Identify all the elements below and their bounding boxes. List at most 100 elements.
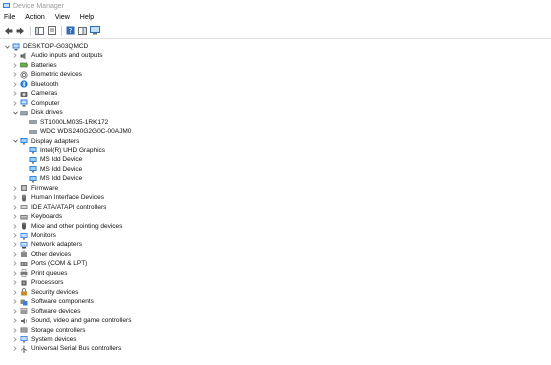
expand-chevron-icon[interactable] bbox=[12, 184, 18, 193]
ide-icon bbox=[20, 203, 28, 211]
usb-icon bbox=[21, 345, 27, 353]
tree-root-computer[interactable]: DESKTOP-G03QMCD bbox=[4, 42, 88, 51]
expand-chevron-icon[interactable] bbox=[12, 259, 18, 268]
expand-chevron-icon[interactable] bbox=[12, 89, 18, 98]
tree-node-label: WDC WDS240G2G0C-00AJM0 bbox=[40, 128, 132, 136]
menu-file[interactable]: File bbox=[0, 14, 20, 21]
security-icon bbox=[21, 288, 27, 296]
tree-device-item[interactable]: Intel(R) UHD Graphics bbox=[21, 146, 105, 155]
expand-chevron-icon[interactable] bbox=[12, 344, 18, 353]
expand-chevron-icon[interactable] bbox=[12, 61, 18, 70]
expand-chevron-icon[interactable] bbox=[12, 70, 18, 79]
tree-category-universal-serial-bus-controllers[interactable]: Universal Serial Bus controllers bbox=[12, 344, 121, 353]
tree-category-processors[interactable]: Processors bbox=[12, 278, 64, 287]
back-button[interactable] bbox=[3, 25, 14, 36]
expand-chevron-icon[interactable] bbox=[12, 222, 18, 231]
tree-category-audio-inputs-and-outputs[interactable]: Audio inputs and outputs bbox=[12, 51, 103, 60]
tree-category-bluetooth[interactable]: Bluetooth bbox=[12, 80, 58, 89]
tree-device-item[interactable]: WDC WDS240G2G0C-00AJM0 bbox=[21, 127, 131, 136]
expand-chevron-icon[interactable] bbox=[12, 193, 18, 202]
printer-icon bbox=[20, 269, 28, 278]
tree-device-item[interactable]: ST1000LM035-1RK172 bbox=[21, 118, 108, 127]
collapse-chevron-icon[interactable] bbox=[12, 108, 18, 117]
device-tree[interactable]: DESKTOP-G03QMCD Audio inputs and outputs B… bbox=[0, 38, 551, 365]
mouse-icon bbox=[20, 222, 28, 230]
tree-device-item[interactable]: MS Idd Device bbox=[21, 165, 82, 174]
collapse-chevron-icon[interactable] bbox=[4, 42, 10, 51]
tree-node-label: MS Idd Device bbox=[40, 175, 83, 183]
expand-chevron-icon[interactable] bbox=[12, 326, 18, 335]
sound-icon bbox=[20, 317, 28, 325]
properties-button[interactable] bbox=[46, 25, 57, 36]
tree-category-display-adapters[interactable]: Display adapters bbox=[12, 137, 79, 146]
expand-chevron-icon[interactable] bbox=[12, 297, 18, 306]
usb-icon bbox=[20, 345, 28, 353]
tree-category-system-devices[interactable]: System devices bbox=[12, 335, 77, 344]
menu-help[interactable]: Help bbox=[75, 14, 99, 21]
monitor-scan-icon bbox=[89, 26, 100, 35]
expand-chevron-icon[interactable] bbox=[12, 212, 18, 221]
tree-node-label: Storage controllers bbox=[31, 326, 86, 334]
tree-node-label: Universal Serial Bus controllers bbox=[31, 345, 122, 353]
expand-chevron-icon[interactable] bbox=[12, 231, 18, 240]
collapse-chevron-icon[interactable] bbox=[12, 137, 18, 146]
expand-chevron-icon[interactable] bbox=[12, 51, 18, 60]
menu-view[interactable]: View bbox=[50, 14, 75, 21]
tree-category-computer[interactable]: Computer bbox=[12, 99, 60, 108]
tree-category-cameras[interactable]: Cameras bbox=[12, 89, 57, 98]
expand-chevron-icon[interactable] bbox=[12, 288, 18, 297]
tree-category-ports-com-lpt[interactable]: Ports (COM & LPT) bbox=[12, 259, 87, 268]
tree-category-keyboards[interactable]: Keyboards bbox=[12, 212, 62, 221]
tree-category-storage-controllers[interactable]: Storage controllers bbox=[12, 326, 86, 335]
tree-node-label: Processors bbox=[31, 279, 64, 287]
hid-icon bbox=[20, 194, 28, 202]
expand-chevron-icon[interactable] bbox=[12, 269, 18, 278]
tree-device-item[interactable]: MS Idd Device bbox=[21, 155, 82, 164]
tree-category-software-components[interactable]: Software components bbox=[12, 297, 94, 306]
tree-category-disk-drives[interactable]: Disk drives bbox=[12, 108, 63, 117]
show-hide-console-tree-button[interactable] bbox=[34, 25, 45, 36]
tree-node-label: Display adapters bbox=[31, 137, 80, 145]
toolbar-separator bbox=[61, 25, 62, 36]
tree-node-label: MS Idd Device bbox=[40, 165, 83, 173]
forward-button[interactable] bbox=[15, 25, 26, 36]
tree-node-label: Firmware bbox=[31, 184, 59, 192]
tree-category-biometric-devices[interactable]: Biometric devices bbox=[12, 70, 82, 79]
expand-chevron-icon[interactable] bbox=[12, 80, 18, 89]
tree-category-security-devices[interactable]: Security devices bbox=[12, 288, 78, 297]
tree-category-firmware[interactable]: Firmware bbox=[12, 184, 58, 193]
tree-node-label: System devices bbox=[31, 335, 77, 343]
action-pane-button[interactable] bbox=[77, 25, 88, 36]
tree-category-ide-ata-atapi-controllers[interactable]: IDE ATA/ATAPI controllers bbox=[12, 203, 106, 212]
scan-hardware-button[interactable] bbox=[89, 25, 100, 36]
expand-chevron-icon[interactable] bbox=[12, 335, 18, 344]
expand-chevron-icon[interactable] bbox=[12, 316, 18, 325]
expand-chevron-icon[interactable] bbox=[12, 307, 18, 316]
tree-category-monitors[interactable]: Monitors bbox=[12, 231, 56, 240]
tree-category-sound-video-and-game-controllers[interactable]: Sound, video and game controllers bbox=[12, 316, 131, 325]
tree-category-other-devices[interactable]: Other devices bbox=[12, 250, 71, 259]
monitor-icon bbox=[20, 232, 28, 239]
tree-category-human-interface-devices[interactable]: Human Interface Devices bbox=[12, 193, 104, 202]
tree-category-network-adapters[interactable]: Network adapters bbox=[12, 240, 82, 249]
help-button[interactable]: ? bbox=[65, 25, 76, 36]
tree-node-label: Computer bbox=[31, 99, 60, 107]
battery-icon bbox=[20, 61, 28, 69]
display-icon bbox=[20, 137, 28, 145]
expand-chevron-icon[interactable] bbox=[12, 278, 18, 287]
display-child-icon bbox=[29, 146, 37, 154]
tree-category-mice-and-other-pointing-devices[interactable]: Mice and other pointing devices bbox=[12, 222, 122, 231]
expand-chevron-icon[interactable] bbox=[12, 99, 18, 108]
tree-category-print-queues[interactable]: Print queues bbox=[12, 269, 68, 278]
title-bar: Device Manager bbox=[0, 0, 551, 12]
display-child-icon bbox=[29, 175, 37, 183]
camera-icon bbox=[20, 91, 28, 97]
menu-action[interactable]: Action bbox=[20, 14, 49, 21]
expand-chevron-icon[interactable] bbox=[12, 203, 18, 212]
tree-category-software-devices[interactable]: Software devices bbox=[12, 307, 81, 316]
tree-category-batteries[interactable]: Batteries bbox=[12, 61, 57, 70]
expand-chevron-icon[interactable] bbox=[12, 250, 18, 259]
tree-device-item[interactable]: MS Idd Device bbox=[21, 174, 82, 183]
tree-node-label: Monitors bbox=[31, 232, 56, 239]
expand-chevron-icon[interactable] bbox=[12, 240, 18, 249]
